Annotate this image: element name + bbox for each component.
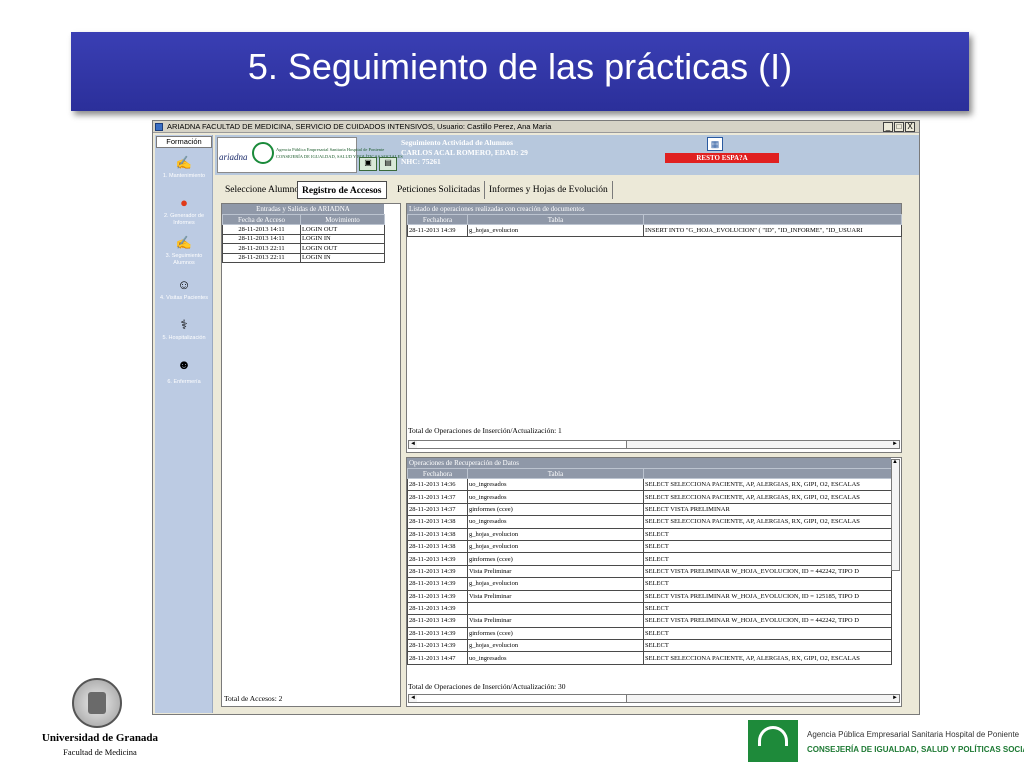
scroll-left-icon[interactable]: ◄ — [410, 440, 416, 448]
table-row[interactable]: 28-11-2013 14:37 uo_ingresados SELECT SELE… — [407, 490, 892, 504]
tab-informes[interactable]: Informes y Hojas de Evolución — [485, 181, 613, 199]
slide-title-banner: 5. Seguimiento de las prácticas (I) — [71, 32, 969, 111]
record-icon[interactable]: ● — [175, 195, 193, 211]
horizontal-scrollbar[interactable]: ◄ ► — [408, 440, 900, 449]
pen-icon[interactable]: ✍ — [175, 155, 193, 171]
column-header: Tabla — [467, 214, 644, 225]
close-button[interactable]: X — [905, 122, 915, 132]
vertical-scrollbar[interactable]: ▲ — [891, 459, 900, 571]
column-header: Movimiento — [300, 214, 385, 225]
retrieval-operations-caption: Operaciones de Recuperación de Datos — [407, 458, 891, 468]
scroll-right-icon[interactable]: ► — [892, 694, 898, 702]
calendar-icon[interactable]: ▦ — [707, 137, 723, 151]
nav-item-mantenimiento[interactable]: 1. Mantenimiento — [155, 173, 213, 180]
table-row[interactable]: 28-11-2013 14:38 uo_ingresados SELECT SELE… — [407, 515, 892, 529]
computer-icon[interactable]: ▤ — [379, 157, 397, 171]
access-log-panel: Entradas y Salidas de ARIADNA Fecha de A… — [221, 203, 401, 707]
table-row[interactable]: 28-11-2013 14:39 ginformes (ccee) SELECT — [407, 552, 892, 566]
window-titlebar: ARIADNA FACULTAD DE MEDICINA, SERVICIO D… — [153, 121, 919, 133]
retrieval-operations-panel: Operaciones de Recuperación de Datos Fec… — [406, 457, 902, 707]
table-row[interactable]: 28-11-2013 14:37 ginformes (ccee) SELECT V… — [407, 502, 892, 517]
table-row[interactable]: 28-11-2013 22:11 LOGIN OUT — [222, 243, 385, 254]
scroll-thumb[interactable] — [417, 441, 627, 448]
people-icon[interactable]: ☺ — [175, 277, 193, 293]
junta-andalucia-logo-icon — [748, 720, 798, 762]
table-row[interactable]: 28-11-2013 14:39 Vista Preliminar SELECT V… — [407, 564, 892, 579]
maximize-button[interactable]: □ — [894, 122, 904, 132]
table-row[interactable]: 28-11-2013 14:39 g_hojas_evolucion INSERT … — [407, 223, 902, 238]
consejeria-name: CONSEJERÍA DE IGUALDAD, SALUD Y POLÍTICA… — [807, 745, 1024, 754]
column-header — [643, 468, 892, 479]
table-row[interactable]: 28-11-2013 14:39 g_hojas_evolucion SELECT — [407, 639, 892, 653]
faculty-name: Facultad de Medicina — [63, 747, 137, 757]
table-row[interactable]: 28-11-2013 14:36 uo_ingresados SELECT SELE… — [407, 477, 892, 492]
nav-item-generador[interactable]: 2. Generador de Informes — [155, 213, 213, 227]
access-log-caption: Entradas y Salidas de ARIADNA — [222, 204, 384, 214]
app-icon — [155, 123, 163, 131]
column-header: Fecha de Acceso — [222, 214, 301, 225]
tab-seleccione-alumno[interactable]: Seleccione Alumno — [221, 181, 305, 199]
main-content: ariadna Agencia Pública Empresarial Sani… — [215, 135, 919, 713]
horizontal-scrollbar[interactable]: ◄ ► — [408, 694, 900, 703]
insert-operations-panel: Listado de operaciones realizadas con cr… — [406, 203, 902, 453]
nav-item-enfermeria[interactable]: 6. Enfermería — [155, 379, 213, 386]
patient-name: CARLOS ACAL ROMERO, EDAD: 29 — [401, 147, 528, 157]
minimize-button[interactable]: _ — [883, 122, 893, 132]
scroll-left-icon[interactable]: ◄ — [410, 694, 416, 702]
slide-title: 5. Seguimiento de las prácticas (I) — [247, 46, 793, 87]
ariadna-logo-text: ariadna — [219, 152, 248, 162]
column-header: Fechahora — [407, 468, 468, 479]
access-log-table: Fecha de Acceso Movimiento 28-11-2013 14… — [222, 214, 385, 263]
scroll-thumb[interactable] — [417, 695, 627, 702]
tab-peticiones[interactable]: Peticiones Solicitadas — [393, 181, 486, 199]
table-row[interactable]: 28-11-2013 14:39 ginformes (ccee) SELECT — [407, 626, 892, 641]
column-header: Fechahora — [407, 214, 468, 225]
access-total: Total de Accesos: 2 — [224, 694, 283, 703]
table-row[interactable]: 28-11-2013 14:39 Vista Preliminar SELECT V… — [407, 589, 892, 603]
nav-item-seguimiento[interactable]: 3. Seguimiento Alumnos — [155, 253, 213, 267]
table-row[interactable]: 28-11-2013 14:39 g_hojas_evolucion SELECT — [407, 577, 892, 591]
tab-registro-accesos[interactable]: Registro de Accesos — [297, 181, 387, 199]
window-title: ARIADNA FACULTAD DE MEDICINA, SERVICIO D… — [167, 122, 552, 131]
ugr-seal-icon — [72, 678, 122, 728]
retrieval-operations-table: Fechahora Tabla 28-11-2013 14:36 uo_ingre… — [407, 468, 892, 665]
agency-name: Agencia Pública Empresarial Sanitaria Ho… — [807, 730, 1020, 739]
image-icon[interactable]: ▣ — [359, 157, 377, 171]
nav-item-hospitalizacion[interactable]: 5. Hospitalización — [155, 335, 213, 342]
table-row[interactable]: 28-11-2013 14:11 LOGIN OUT — [222, 224, 385, 235]
nurse-icon[interactable]: ☻ — [175, 357, 193, 373]
table-row[interactable]: 28-11-2013 14:39 Vista Preliminar SELECT V… — [407, 614, 892, 628]
patient-info: Seguimiento Actividad de Alumnos CARLOS … — [401, 138, 528, 167]
scroll-up-icon[interactable]: ▲ — [892, 459, 898, 465]
nav-item-visitas[interactable]: 4. Visitas Pacientes — [155, 295, 213, 302]
table-row[interactable]: 28-11-2013 14:47 uo_ingresados SELECT SELE… — [407, 651, 892, 665]
pen-icon[interactable]: ✍ — [175, 235, 193, 251]
module-title: Seguimiento Actividad de Alumnos — [401, 138, 513, 147]
column-header — [643, 214, 902, 225]
table-row[interactable]: 28-11-2013 22:11 LOGIN IN — [222, 252, 385, 263]
app-window: ARIADNA FACULTAD DE MEDICINA, SERVICIO D… — [152, 120, 920, 715]
column-header: Tabla — [467, 468, 644, 479]
table-row[interactable]: 28-11-2013 14:38 g_hojas_evolucion SELECT — [407, 539, 892, 554]
insert-operations-caption: Listado de operaciones realizadas con cr… — [407, 204, 901, 214]
left-nav: Formación ✍ 1. Mantenimiento ● 2. Genera… — [155, 135, 213, 713]
table-row[interactable]: 28-11-2013 14:11 LOGIN IN — [222, 233, 385, 244]
insert-total: Total de Operaciones de Inserción/Actual… — [408, 426, 562, 435]
stethoscope-icon[interactable]: ⚕ — [175, 317, 193, 333]
table-row[interactable]: 28-11-2013 14:38 g_hojas_evolucion SELECT — [407, 527, 892, 541]
table-row[interactable]: 28-11-2013 14:39 SELECT — [407, 601, 892, 616]
junta-logo-icon — [252, 142, 274, 164]
patient-header: ariadna Agencia Pública Empresarial Sani… — [215, 135, 919, 175]
nav-tab-formacion[interactable]: Formación — [156, 136, 212, 148]
insert-operations-table: Fechahora Tabla 28-11-2013 14:39 g_hojas_… — [407, 214, 902, 238]
region-badge: RESTO ESPA?A — [665, 153, 779, 163]
retrieval-total: Total de Operaciones de Inserción/Actual… — [408, 682, 566, 691]
patient-nhc: NHC: 75261 — [401, 157, 441, 166]
university-name: Universidad de Granada — [41, 732, 159, 744]
scroll-right-icon[interactable]: ► — [892, 440, 898, 448]
ariadna-logo: ariadna Agencia Pública Empresarial Sani… — [217, 137, 403, 173]
